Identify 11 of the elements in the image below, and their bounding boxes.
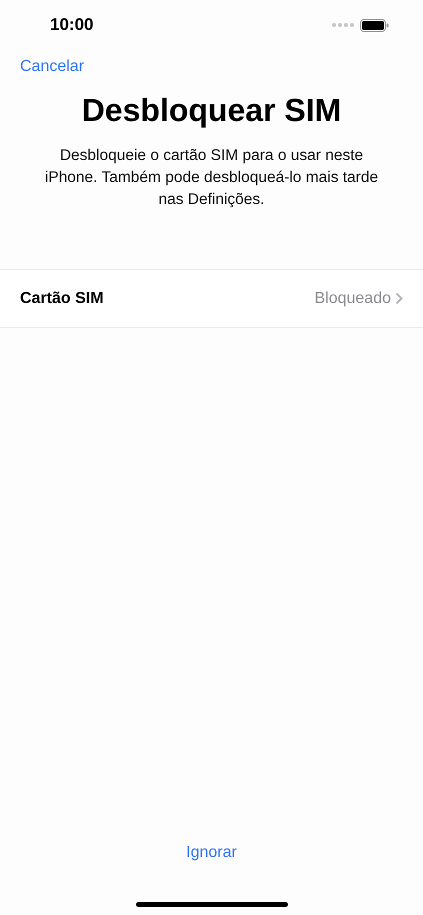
row-label: Cartão SIM	[20, 290, 104, 308]
chevron-icon	[395, 292, 403, 305]
status-time: 10:00	[50, 15, 94, 35]
row-value: Bloqueado	[314, 290, 391, 308]
signal-icon	[332, 23, 354, 27]
page-title: Desbloquear SIM	[80, 92, 342, 129]
sim-card-row[interactable]: Cartão SIM Bloqueado	[0, 270, 423, 327]
ignore-link[interactable]: Ignorar	[186, 844, 237, 861]
description-text: Desbloqueie o cartão SIM para o usar neste iPhone. Também pode desbloqueá-lo mais tarde nas Definições.	[44, 146, 380, 210]
cancel-link[interactable]: Cancelar	[20, 58, 84, 75]
battery-icon	[360, 18, 389, 32]
